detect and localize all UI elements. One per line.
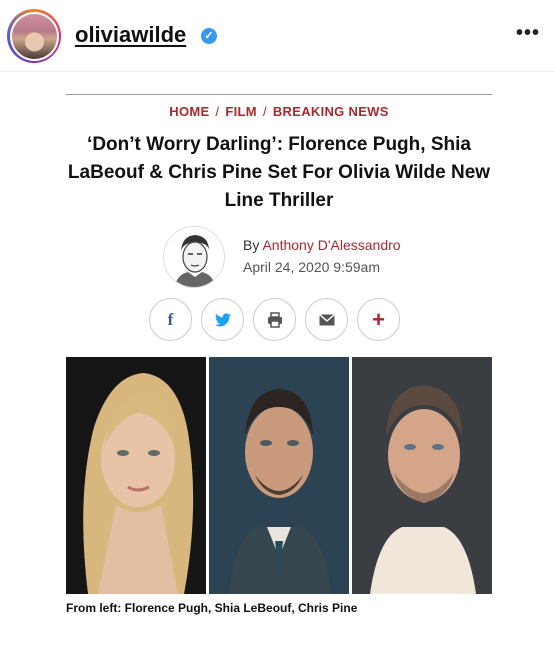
author-photo (163, 226, 225, 288)
email-icon (318, 313, 335, 325)
article-headline: ‘Don’t Worry Darling’: Florence Pugh, Sh… (67, 134, 491, 211)
author-sketch-image (164, 227, 224, 287)
chris-pine-image (352, 357, 492, 594)
breadcrumb: HOME / FILM / BREAKING NEWS (66, 104, 492, 119)
shia-labeouf-image (209, 357, 349, 594)
photo-florence-pugh (66, 357, 206, 594)
more-share-button[interactable]: + (357, 298, 400, 341)
share-buttons: f + (149, 298, 400, 341)
facebook-share-button[interactable]: f (149, 298, 192, 341)
facebook-icon: f (167, 309, 174, 329)
print-icon (267, 311, 282, 328)
avatar-image (11, 13, 57, 59)
twitter-icon (214, 312, 231, 326)
avatar[interactable] (7, 9, 61, 63)
breadcrumb-home[interactable]: HOME (169, 104, 209, 119)
byline: By Anthony D'Alessandro (243, 237, 401, 253)
breadcrumb-breaking-news[interactable]: BREAKING NEWS (273, 104, 389, 119)
cast-photos (66, 357, 492, 594)
publish-date: April 24, 2020 9:59am (243, 259, 380, 275)
author-link[interactable]: Anthony D'Alessandro (262, 237, 400, 253)
verified-badge-icon: ✓ (201, 28, 217, 44)
email-share-button[interactable] (305, 298, 348, 341)
plus-icon: + (372, 306, 385, 332)
post-header: oliviawilde ✓ ••• (0, 0, 554, 72)
photo-caption: From left: Florence Pugh, Shia LeBeouf, … (66, 601, 358, 615)
breadcrumb-separator: / (215, 104, 220, 119)
photo-chris-pine (352, 357, 492, 594)
breadcrumb-separator: / (262, 104, 267, 119)
article-top-rule (66, 94, 492, 95)
photo-shia-labeouf (209, 357, 349, 594)
print-button[interactable] (253, 298, 296, 341)
florence-pugh-image (66, 357, 206, 594)
username-link[interactable]: oliviawilde (75, 22, 186, 48)
twitter-share-button[interactable] (201, 298, 244, 341)
breadcrumb-film[interactable]: FILM (225, 104, 257, 119)
byline-prefix: By (243, 237, 260, 253)
more-options-icon[interactable]: ••• (516, 22, 540, 45)
